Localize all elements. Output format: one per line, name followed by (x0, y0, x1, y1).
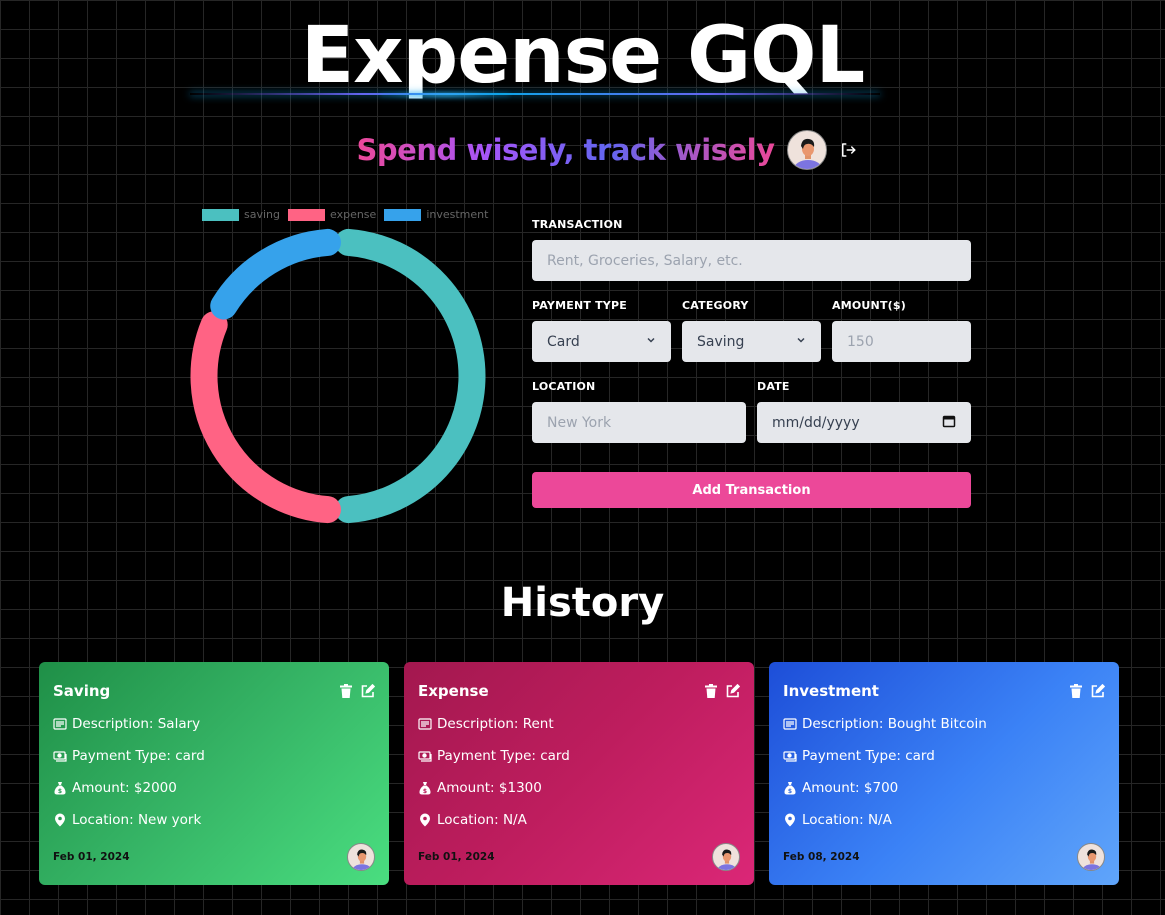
history-title: History (500, 580, 665, 626)
amount-label: Amount($) (832, 299, 906, 312)
description-icon (53, 717, 67, 730)
edit-icon[interactable] (1091, 684, 1105, 698)
history-cards: Saving Description: Salary Payment Type:… (39, 662, 1119, 885)
transaction-card: Expense Description: Rent Payment Type: … (404, 662, 754, 885)
subtitle-row: Spend wisely, track wisely (0, 130, 1165, 170)
amount-input[interactable]: 150 (832, 321, 971, 362)
avatar-person-icon (793, 138, 822, 169)
doughnut-slice-investment[interactable] (210, 228, 341, 320)
transaction-label: Transaction (532, 218, 623, 231)
date-placeholder: mm/dd/yyyy (772, 414, 860, 431)
date-input[interactable]: mm/dd/yyyy (757, 402, 971, 443)
card-description: Description: Salary (72, 715, 201, 732)
calendar-icon[interactable] (942, 414, 956, 431)
money-icon (53, 750, 67, 762)
card-date: Feb 08, 2024 (783, 851, 860, 863)
card-avatar (347, 843, 375, 871)
avatar-person-icon (352, 849, 372, 870)
payment-type-select[interactable]: Card (532, 321, 671, 362)
transaction-placeholder: Rent, Groceries, Salary, etc. (547, 252, 743, 269)
svg-text:$: $ (788, 788, 792, 795)
svg-text:$: $ (423, 788, 427, 795)
money-bag-icon: $ (419, 781, 431, 795)
card-payment-type: Payment Type: card (437, 747, 570, 764)
legend-label-saving: saving (244, 208, 280, 221)
trash-icon[interactable] (704, 684, 718, 698)
card-category: Investment (783, 682, 879, 700)
card-payment-type: Payment Type: card (802, 747, 935, 764)
transaction-card: Investment Description: Bought Bitcoin P… (769, 662, 1119, 885)
amount-placeholder: 150 (847, 333, 874, 350)
legend-swatch-saving (202, 208, 239, 221)
card-date: Feb 01, 2024 (53, 851, 130, 863)
description-icon (418, 717, 432, 730)
card-description: Description: Bought Bitcoin (802, 715, 987, 732)
trash-icon[interactable] (339, 684, 353, 698)
legend-swatch-expense (288, 208, 325, 221)
edit-icon[interactable] (361, 684, 375, 698)
payment-type-value: Card (547, 333, 580, 350)
card-category: Saving (53, 682, 111, 700)
legend-item-saving[interactable]: saving (202, 208, 280, 221)
doughnut-svg (190, 228, 486, 524)
card-category: Expense (418, 682, 489, 700)
card-description: Description: Rent (437, 715, 554, 732)
description-icon (783, 717, 797, 730)
card-location: Location: New york (72, 811, 202, 828)
category-value: Saving (697, 333, 745, 350)
card-location: Location: N/A (802, 811, 892, 828)
money-bag-icon: $ (784, 781, 796, 795)
date-label: Date (757, 380, 790, 393)
doughnut-slice-saving[interactable] (335, 228, 486, 524)
category-doughnut-chart: saving expense investment (180, 200, 500, 540)
avatar-person-icon (717, 849, 737, 870)
chart-legend: saving expense investment (202, 208, 488, 221)
logout-icon[interactable] (839, 141, 857, 159)
card-amount: Amount: $700 (802, 779, 899, 796)
subtitle: Spend wisely, track wisely (356, 133, 776, 167)
card-amount: Amount: $2000 (72, 779, 177, 796)
money-icon (418, 750, 432, 762)
legend-label-investment: investment (426, 208, 489, 221)
title-glow-highlight (380, 92, 510, 98)
user-avatar[interactable] (786, 130, 827, 170)
money-bag-icon: $ (54, 781, 66, 795)
location-pin-icon (420, 813, 430, 826)
card-amount: Amount: $1300 (437, 779, 542, 796)
category-select[interactable]: Saving (682, 321, 821, 362)
card-date: Feb 01, 2024 (418, 851, 495, 863)
doughnut-slice-expense[interactable] (190, 311, 341, 524)
card-location: Location: N/A (437, 811, 527, 828)
card-avatar (1077, 843, 1105, 871)
transaction-card: Saving Description: Salary Payment Type:… (39, 662, 389, 885)
edit-icon[interactable] (726, 684, 740, 698)
card-avatar (712, 843, 740, 871)
location-pin-icon (55, 813, 65, 826)
location-label: Location (532, 380, 596, 393)
svg-text:$: $ (58, 788, 62, 795)
legend-swatch-investment (384, 208, 422, 221)
app-title: Expense GQL (300, 11, 865, 101)
card-payment-type: Payment Type: card (72, 747, 205, 764)
legend-item-investment[interactable]: investment (384, 208, 488, 221)
location-placeholder: New York (547, 414, 612, 431)
title-underline-glow (190, 93, 880, 95)
location-pin-icon (785, 813, 795, 826)
legend-item-expense[interactable]: expense (288, 208, 376, 221)
chevron-down-icon (796, 335, 806, 348)
avatar-person-icon (1082, 849, 1102, 870)
legend-label-expense: expense (330, 208, 377, 221)
transaction-input[interactable]: Rent, Groceries, Salary, etc. (532, 240, 971, 281)
trash-icon[interactable] (1069, 684, 1083, 698)
money-icon (783, 750, 797, 762)
location-input[interactable]: New York (532, 402, 746, 443)
chevron-down-icon (646, 335, 656, 348)
payment-type-label: Payment Type (532, 299, 627, 312)
transaction-form: Transaction Rent, Groceries, Salary, etc… (532, 218, 971, 508)
category-label: Category (682, 299, 749, 312)
add-transaction-button[interactable]: Add Transaction (532, 472, 971, 508)
